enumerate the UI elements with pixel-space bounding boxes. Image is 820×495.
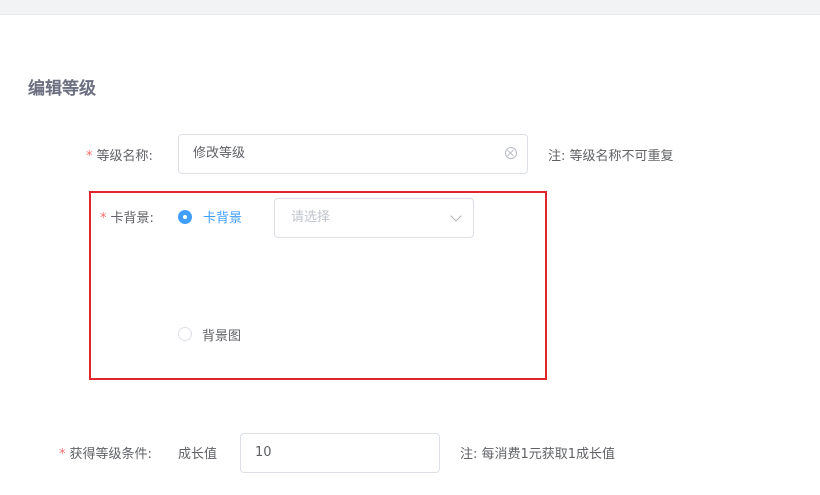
- required-mark: *: [86, 149, 93, 164]
- card-background-label: * 卡背景:: [100, 211, 154, 226]
- level-name-value: 修改等级: [193, 146, 246, 161]
- clear-icon[interactable]: [505, 147, 517, 159]
- radio-card-background[interactable]: [178, 210, 192, 224]
- required-mark: *: [59, 447, 66, 462]
- condition-note: 注: 每消费1元获取1成长值: [460, 447, 616, 462]
- top-header-strip: [0, 0, 820, 15]
- level-name-input[interactable]: 修改等级: [178, 134, 528, 174]
- radio-background-image-label[interactable]: 背景图: [202, 325, 241, 344]
- level-name-note: 注: 等级名称不可重复: [548, 149, 674, 164]
- growth-value-prefix: 成长值: [178, 447, 218, 462]
- select-placeholder: 请选择: [291, 210, 331, 225]
- page-title: 编辑等级: [28, 79, 96, 99]
- required-mark: *: [100, 211, 107, 226]
- level-name-label: * 等级名称:: [86, 149, 153, 164]
- card-background-select[interactable]: 请选择: [274, 198, 474, 238]
- condition-label: * 获得等级条件:: [59, 447, 152, 462]
- growth-value: 10: [255, 445, 272, 460]
- radio-background-image[interactable]: [178, 327, 192, 341]
- growth-value-input[interactable]: 10: [240, 433, 440, 473]
- radio-card-background-label[interactable]: 卡背景: [203, 207, 242, 226]
- chevron-down-icon: [450, 210, 462, 222]
